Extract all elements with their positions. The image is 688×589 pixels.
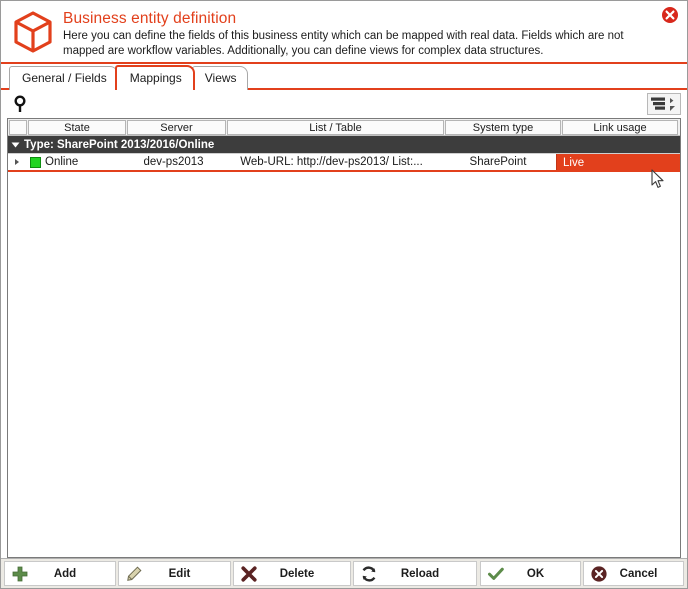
ok-button-label: OK: [526, 567, 545, 580]
check-icon: [487, 565, 505, 583]
column-header-server[interactable]: Server: [127, 120, 226, 135]
grid-header-row: State Server List / Table System type Li…: [8, 119, 680, 136]
mappings-grid: State Server List / Table System type Li…: [7, 118, 681, 558]
column-header-link-usage[interactable]: Link usage: [562, 120, 678, 135]
dialog-header-text: Business entity definition Here you can …: [63, 7, 679, 58]
tab-mappings[interactable]: Mappings: [114, 65, 195, 92]
link-usage-combobox[interactable]: Live: [556, 154, 680, 170]
row-expand-cell[interactable]: [8, 154, 26, 170]
cell-list-table[interactable]: Web-URL: http://dev-ps2013/ List:...: [223, 154, 440, 170]
page-description: Here you can define the fields of this b…: [63, 30, 624, 57]
column-chooser-icon[interactable]: [647, 93, 681, 115]
edit-button[interactable]: Edit: [118, 561, 231, 586]
expand-triangle-icon[interactable]: [15, 159, 19, 165]
cell-system-type[interactable]: SharePoint: [440, 154, 556, 170]
cancel-circle-icon: [590, 565, 608, 583]
grid-group-label: Type: SharePoint 2013/2016/Online: [24, 138, 215, 151]
business-entity-definition-dialog: Business entity definition Here you can …: [0, 0, 688, 589]
add-button-label: Add: [53, 567, 77, 580]
column-header-state[interactable]: State: [28, 120, 126, 135]
delete-button[interactable]: Delete: [233, 561, 351, 586]
refresh-icon: [360, 565, 378, 583]
cancel-button-label: Cancel: [619, 567, 658, 580]
column-header-system-type[interactable]: System type: [445, 120, 561, 135]
dialog-header: Business entity definition Here you can …: [1, 1, 687, 64]
link-usage-selected-value: Live: [563, 156, 585, 169]
dialog-footer: Add Edit Delete Reload OK Cancel: [1, 558, 687, 588]
grid-group-row[interactable]: Type: SharePoint 2013/2016/Online: [8, 136, 680, 153]
delete-button-label: Delete: [279, 567, 315, 580]
table-row[interactable]: Online dev-ps2013 Web-URL: http://dev-ps…: [8, 153, 680, 172]
reload-button[interactable]: Reload: [353, 561, 477, 586]
x-mark-icon: [240, 565, 258, 583]
column-header-list-table[interactable]: List / Table: [227, 120, 444, 135]
status-swatch-icon: [30, 156, 41, 168]
plus-icon: [11, 565, 29, 583]
cell-state[interactable]: Online: [26, 154, 124, 170]
collapse-triangle-icon[interactable]: [11, 142, 20, 147]
reload-button-label: Reload: [400, 567, 440, 580]
grid-empty-area: [8, 172, 680, 557]
edit-button-label: Edit: [168, 567, 191, 580]
tab-views[interactable]: Views: [191, 66, 248, 90]
page-title: Business entity definition: [63, 10, 237, 27]
search-icon[interactable]: [13, 95, 29, 113]
cube-icon: [11, 9, 55, 55]
cell-server[interactable]: dev-ps2013: [124, 154, 223, 170]
cell-state-label: Online: [45, 156, 79, 168]
cancel-button[interactable]: Cancel: [583, 561, 684, 586]
cell-link-usage[interactable]: Live None Live Test: [556, 154, 680, 170]
tab-general-fields[interactable]: General / Fields: [9, 66, 118, 90]
column-header-indicator[interactable]: [9, 120, 27, 135]
pencil-icon: [125, 565, 143, 583]
grid-toolbar: [1, 90, 687, 118]
ok-button[interactable]: OK: [480, 561, 581, 586]
tab-bar: General / Fields Mappings Views: [1, 64, 687, 92]
close-icon[interactable]: [661, 6, 679, 24]
add-button[interactable]: Add: [4, 561, 116, 586]
